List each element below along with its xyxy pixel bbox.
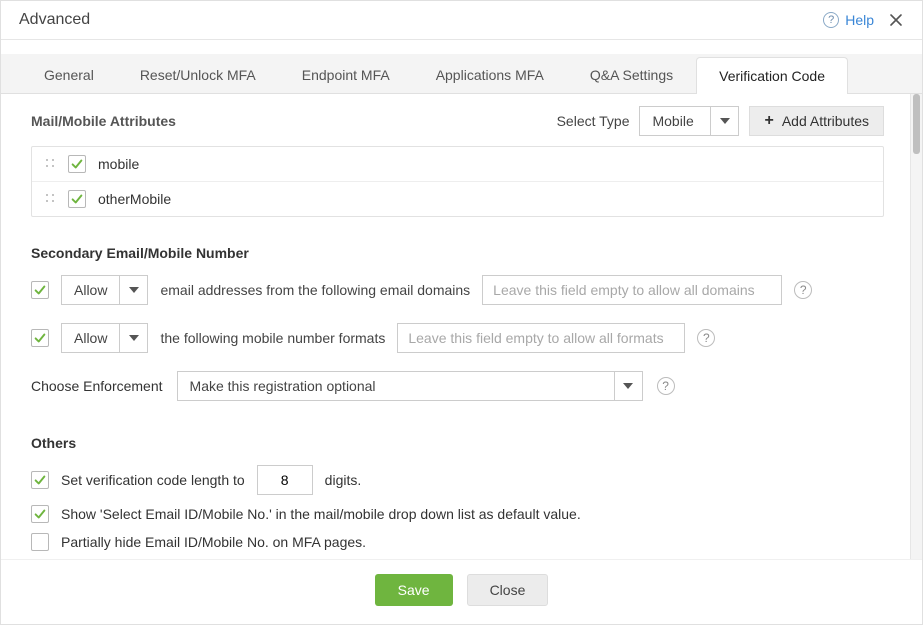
select-type-dropdown[interactable]: Mobile bbox=[639, 106, 739, 136]
chevron-down-icon bbox=[119, 324, 147, 352]
scrollbar[interactable] bbox=[910, 94, 922, 559]
tab-general[interactable]: General bbox=[21, 56, 117, 93]
secondary-mobile-text: the following mobile number formats bbox=[160, 330, 385, 346]
partial-hide-checkbox[interactable] bbox=[31, 533, 49, 551]
secondary-email-text: email addresses from the following email… bbox=[160, 282, 470, 298]
close-button[interactable]: Close bbox=[467, 574, 549, 606]
tab-qa-settings[interactable]: Q&A Settings bbox=[567, 56, 696, 93]
scrollbar-thumb[interactable] bbox=[913, 94, 920, 154]
add-attributes-label: Add Attributes bbox=[782, 113, 869, 129]
save-button[interactable]: Save bbox=[375, 574, 453, 606]
chevron-down-icon bbox=[614, 372, 642, 400]
attribute-name: otherMobile bbox=[98, 191, 171, 207]
attribute-row: otherMobile bbox=[32, 181, 883, 216]
show-default-label: Show 'Select Email ID/Mobile No.' in the… bbox=[61, 506, 581, 522]
close-icon[interactable] bbox=[888, 12, 904, 28]
enforcement-dropdown[interactable]: Make this registration optional bbox=[177, 371, 643, 401]
secondary-mobile-formats-input[interactable] bbox=[397, 323, 685, 353]
others-section-title: Others bbox=[31, 435, 884, 451]
tab-reset-unlock-mfa[interactable]: Reset/Unlock MFA bbox=[117, 56, 279, 93]
secondary-email-row: Allow email addresses from the following… bbox=[31, 275, 884, 305]
mail-attrs-header: Mail/Mobile Attributes Select Type Mobil… bbox=[31, 106, 884, 136]
code-length-checkbox[interactable] bbox=[31, 471, 49, 489]
attribute-checkbox[interactable] bbox=[68, 190, 86, 208]
attribute-row: mobile bbox=[32, 147, 883, 181]
mail-attrs-title: Mail/Mobile Attributes bbox=[31, 113, 176, 129]
show-default-checkbox[interactable] bbox=[31, 505, 49, 523]
tab-applications-mfa-label: Applications MFA bbox=[436, 67, 544, 83]
drag-handle-icon[interactable] bbox=[44, 192, 56, 206]
show-default-row: Show 'Select Email ID/Mobile No.' in the… bbox=[31, 505, 884, 523]
tab-endpoint-mfa[interactable]: Endpoint MFA bbox=[279, 56, 413, 93]
others-section: Set verification code length to digits. … bbox=[31, 465, 884, 559]
secondary-mobile-checkbox[interactable] bbox=[31, 329, 49, 347]
select-type-value: Mobile bbox=[640, 113, 710, 129]
attribute-list: mobile otherMobile bbox=[31, 146, 884, 217]
tab-verification-code[interactable]: Verification Code bbox=[696, 57, 848, 94]
partial-hide-row: Partially hide Email ID/Mobile No. on MF… bbox=[31, 533, 884, 551]
tab-applications-mfa[interactable]: Applications MFA bbox=[413, 56, 567, 93]
chevron-down-icon bbox=[119, 276, 147, 304]
mail-attrs-controls: Select Type Mobile + Add Attributes bbox=[557, 106, 884, 136]
add-attributes-button[interactable]: + Add Attributes bbox=[749, 106, 884, 136]
tab-bar: General Reset/Unlock MFA Endpoint MFA Ap… bbox=[1, 54, 922, 94]
help-icon: ? bbox=[823, 12, 839, 28]
modal-footer: Save Close bbox=[1, 559, 922, 624]
chevron-down-icon bbox=[710, 107, 738, 135]
save-button-label: Save bbox=[398, 582, 430, 598]
code-length-before: Set verification code length to bbox=[61, 472, 245, 488]
select-type-label: Select Type bbox=[557, 113, 630, 129]
code-length-input[interactable] bbox=[257, 465, 313, 495]
content-wrap: Mail/Mobile Attributes Select Type Mobil… bbox=[1, 94, 922, 559]
tab-reset-unlock-mfa-label: Reset/Unlock MFA bbox=[140, 67, 256, 83]
plus-icon: + bbox=[764, 113, 773, 129]
enforcement-value: Make this registration optional bbox=[178, 378, 614, 394]
attribute-checkbox[interactable] bbox=[68, 155, 86, 173]
secondary-email-allow-dropdown[interactable]: Allow bbox=[61, 275, 148, 305]
drag-handle-icon[interactable] bbox=[44, 157, 56, 171]
secondary-section-title: Secondary Email/Mobile Number bbox=[31, 245, 884, 261]
secondary-email-domains-input[interactable] bbox=[482, 275, 782, 305]
tab-general-label: General bbox=[44, 67, 94, 83]
secondary-mobile-allow-value: Allow bbox=[62, 330, 119, 346]
enforcement-row: Choose Enforcement Make this registratio… bbox=[31, 371, 884, 401]
enforcement-label: Choose Enforcement bbox=[31, 378, 163, 394]
tab-qa-settings-label: Q&A Settings bbox=[590, 67, 673, 83]
content-scroll: Mail/Mobile Attributes Select Type Mobil… bbox=[1, 94, 910, 559]
secondary-mobile-row: Allow the following mobile number format… bbox=[31, 323, 884, 353]
modal-header: Advanced ? Help bbox=[1, 1, 922, 40]
tab-verification-code-label: Verification Code bbox=[719, 68, 825, 84]
close-button-label: Close bbox=[490, 582, 526, 598]
help-label: Help bbox=[845, 12, 874, 28]
help-link[interactable]: ? Help bbox=[823, 12, 874, 28]
secondary-email-checkbox[interactable] bbox=[31, 281, 49, 299]
help-icon[interactable]: ? bbox=[657, 377, 675, 395]
secondary-mobile-allow-dropdown[interactable]: Allow bbox=[61, 323, 148, 353]
help-icon[interactable]: ? bbox=[697, 329, 715, 347]
code-length-row: Set verification code length to digits. bbox=[31, 465, 884, 495]
help-icon[interactable]: ? bbox=[794, 281, 812, 299]
attribute-name: mobile bbox=[98, 156, 139, 172]
code-length-after: digits. bbox=[325, 472, 362, 488]
modal-header-right: ? Help bbox=[823, 12, 904, 28]
advanced-settings-modal: Advanced ? Help General Reset/Unlock MFA… bbox=[0, 0, 923, 625]
partial-hide-label: Partially hide Email ID/Mobile No. on MF… bbox=[61, 534, 366, 550]
modal-title: Advanced bbox=[19, 11, 90, 29]
secondary-email-allow-value: Allow bbox=[62, 282, 119, 298]
tab-endpoint-mfa-label: Endpoint MFA bbox=[302, 67, 390, 83]
